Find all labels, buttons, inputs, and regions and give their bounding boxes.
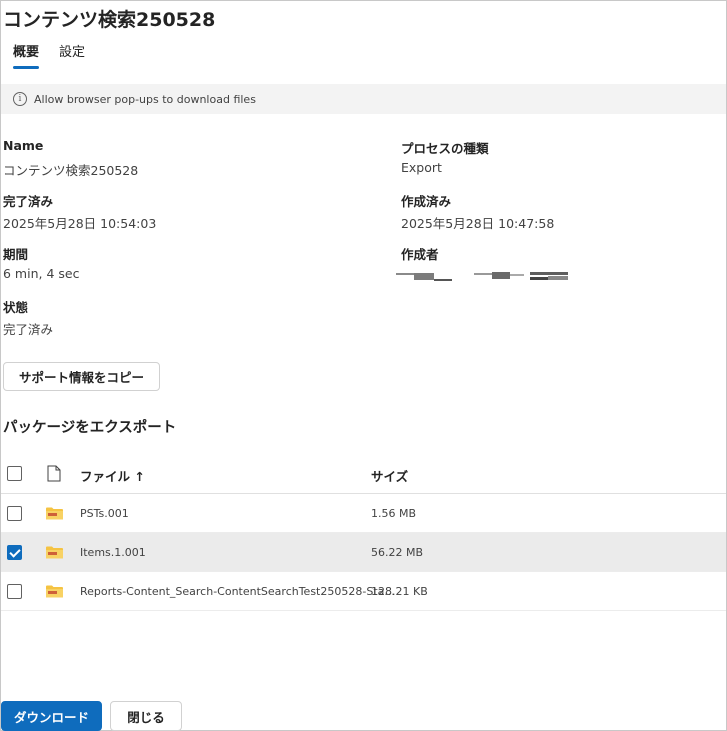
- download-button[interactable]: ダウンロード: [1, 701, 102, 731]
- info-icon: i: [13, 92, 27, 106]
- table-row[interactable]: PSTs.001 1.56 MB: [1, 494, 726, 533]
- duration-label: 期間: [3, 247, 29, 262]
- table-header: ファイル ↑ サイズ: [1, 454, 726, 494]
- column-header-size[interactable]: サイズ: [371, 466, 408, 485]
- file-type-icon: [47, 465, 61, 482]
- file-size: 1.56 MB: [371, 507, 417, 520]
- copy-support-info-button[interactable]: サポート情報をコピー: [3, 362, 160, 391]
- created-value: 2025年5月28日 10:47:58: [401, 216, 555, 231]
- file-name: PSTs.001: [80, 507, 129, 520]
- status-label: 状態: [3, 300, 29, 315]
- duration-value: 6 min, 4 sec: [3, 266, 80, 281]
- file-size: 56.22 MB: [371, 546, 424, 559]
- export-package-title: パッケージをエクスポート: [3, 420, 177, 436]
- process-type-value: Export: [401, 160, 442, 175]
- select-all-checkbox[interactable]: [7, 466, 22, 481]
- creator-redacted: [396, 271, 571, 283]
- creator-label: 作成者: [401, 247, 439, 262]
- file-name: Items.1.001: [80, 546, 146, 559]
- row-checkbox[interactable]: [7, 584, 22, 599]
- status-value: 完了済み: [3, 322, 54, 337]
- created-label: 作成済み: [401, 194, 452, 209]
- row-checkbox[interactable]: [7, 506, 22, 521]
- tab-settings[interactable]: 設定: [59, 41, 85, 69]
- folder-icon: [46, 585, 63, 598]
- info-bar-text: Allow browser pop-ups to download files: [34, 92, 256, 106]
- column-header-file[interactable]: ファイル ↑: [80, 466, 145, 485]
- process-type-label: プロセスの種類: [401, 141, 489, 156]
- file-size: 128.21 KB: [371, 585, 428, 598]
- row-checkbox[interactable]: [7, 545, 22, 560]
- folder-icon: [46, 507, 63, 520]
- close-button[interactable]: 閉じる: [110, 701, 182, 731]
- name-value: コンテンツ検索250528: [3, 163, 139, 178]
- file-name: Reports-Content_Search-ContentSearchTest…: [80, 585, 395, 598]
- name-label: Name: [3, 138, 44, 153]
- table-row[interactable]: Items.1.001 56.22 MB: [1, 533, 726, 572]
- completed-label: 完了済み: [3, 194, 54, 209]
- info-bar: i Allow browser pop-ups to download file…: [1, 84, 726, 114]
- tab-overview[interactable]: 概要: [13, 41, 40, 69]
- table-row[interactable]: Reports-Content_Search-ContentSearchTest…: [1, 572, 726, 611]
- page-title: コンテンツ検索250528: [3, 9, 216, 31]
- folder-icon: [46, 546, 63, 559]
- completed-value: 2025年5月28日 10:54:03: [3, 216, 157, 231]
